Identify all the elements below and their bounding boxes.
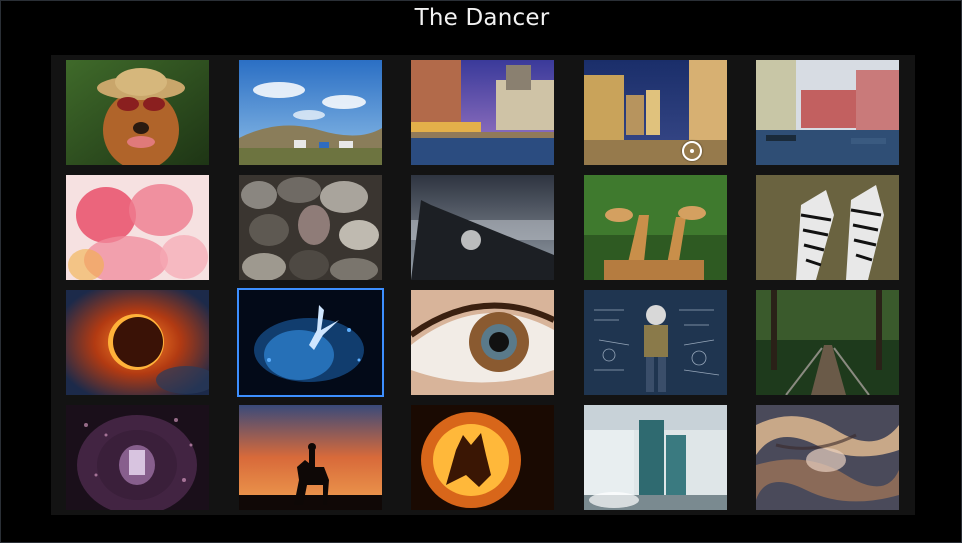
photo-waterfall-image [584, 405, 727, 510]
photo-flower-tunnel-image [66, 405, 209, 510]
photo-petals-image [66, 175, 209, 280]
photo-airplane-wing-image [411, 175, 554, 280]
photo-tile-petals[interactable] [66, 175, 209, 280]
photo-tile-chalkboard[interactable] [584, 290, 727, 395]
photo-horse-rider-image [239, 405, 382, 510]
photo-tile-the-dancer[interactable] [237, 288, 384, 397]
photo-sky-hills-image [239, 60, 382, 165]
photo-the-dancer-image [239, 290, 382, 395]
photo-venice-image [756, 60, 899, 165]
photo-pumpkin-image [411, 405, 554, 510]
photo-tile-canal-town[interactable] [411, 60, 554, 165]
photo-zebras-image [756, 175, 899, 280]
photo-tile-horse-rider[interactable] [239, 405, 382, 510]
photo-dog-image [66, 60, 209, 165]
photo-eclipse-image [66, 290, 209, 395]
app-window: The Dancer [0, 0, 962, 543]
photo-tile-pumpkin[interactable] [411, 405, 554, 510]
photo-tile-dog[interactable] [66, 60, 209, 165]
photo-canal-town-image [411, 60, 554, 165]
photo-tile-waterfall[interactable] [584, 405, 727, 510]
photo-tile-sky-hills[interactable] [239, 60, 382, 165]
photo-street-night-image [584, 60, 727, 165]
photo-tile-eclipse[interactable] [66, 290, 209, 395]
photo-tile-forest-bridge[interactable] [756, 290, 899, 395]
photo-tile-flower-tunnel[interactable] [66, 405, 209, 510]
photo-tile-airplane-wing[interactable] [411, 175, 554, 280]
photo-tile-eye[interactable] [411, 290, 554, 395]
photo-tile-street-night[interactable] [584, 60, 727, 165]
photo-tile-jupiter[interactable] [756, 405, 899, 510]
photo-giraffes-image [584, 175, 727, 280]
photo-jupiter-image [756, 405, 899, 510]
photo-tile-venice[interactable] [756, 60, 899, 165]
page-title: The Dancer [414, 5, 550, 31]
photo-forest-bridge-image [756, 290, 899, 395]
photo-chalkboard-image [584, 290, 727, 395]
photo-tile-giraffes[interactable] [584, 175, 727, 280]
photo-pebbles-image [239, 175, 382, 280]
photo-gallery [51, 55, 915, 515]
photo-eye-image [411, 290, 554, 395]
photo-tile-zebras[interactable] [756, 175, 899, 280]
photo-tile-pebbles[interactable] [239, 175, 382, 280]
